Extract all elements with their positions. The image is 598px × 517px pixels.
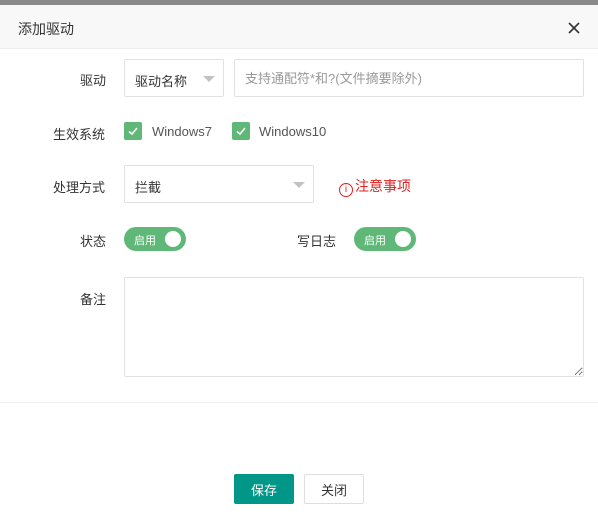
close-button[interactable]: 关闭 <box>304 474 364 504</box>
driver-pattern-input[interactable] <box>234 59 584 97</box>
remark-textarea[interactable] <box>124 277 584 377</box>
windows10-checkbox[interactable] <box>232 122 250 140</box>
dialog-title: 添加驱动 <box>18 21 74 37</box>
status-label: 状态 <box>80 234 107 249</box>
check-icon <box>236 127 246 136</box>
footer-divider <box>0 402 598 403</box>
action-label: 处理方式 <box>53 180 106 195</box>
status-toggle[interactable]: 启用 <box>124 227 186 251</box>
toggle-knob <box>165 231 181 247</box>
log-toggle-text: 启用 <box>364 235 386 247</box>
close-icon[interactable] <box>562 16 586 40</box>
toggle-knob <box>395 231 411 247</box>
dialog-header: 添加驱动 <box>0 5 598 49</box>
log-label: 写日志 <box>297 234 337 249</box>
action-select[interactable]: 拦截 <box>124 165 314 203</box>
notice-link[interactable]: i 注意事项 <box>339 176 411 197</box>
notice-text: 注意事项 <box>355 178 411 194</box>
windows7-label: Windows7 <box>152 124 212 139</box>
chevron-down-icon <box>203 76 215 82</box>
remark-label: 备注 <box>80 292 107 307</box>
driver-label: 驱动 <box>80 73 107 88</box>
chevron-down-icon <box>293 182 305 188</box>
systems-label: 生效系统 <box>53 127 106 142</box>
info-icon: i <box>339 183 353 197</box>
save-button[interactable]: 保存 <box>234 474 294 504</box>
action-value: 拦截 <box>135 180 162 195</box>
log-toggle[interactable]: 启用 <box>354 227 416 251</box>
driver-type-value: 驱动名称 <box>135 74 188 89</box>
windows7-checkbox[interactable] <box>124 122 142 140</box>
driver-type-select[interactable]: 驱动名称 <box>124 59 224 97</box>
check-icon <box>128 127 138 136</box>
windows10-label: Windows10 <box>259 124 327 139</box>
status-toggle-text: 启用 <box>134 235 156 247</box>
